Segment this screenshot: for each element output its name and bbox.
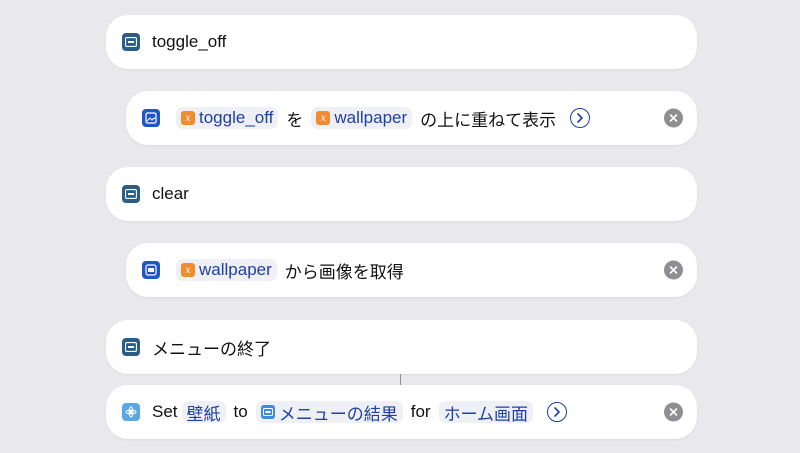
menu-item-icon: [260, 405, 275, 419]
action-title: toggle_off: [152, 32, 227, 51]
variable-icon: x: [181, 263, 195, 277]
variable-token-wallpaper[interactable]: x wallpaper: [176, 259, 277, 281]
wallpaper-set-icon: [122, 403, 140, 421]
particle-text: を: [286, 110, 304, 130]
to-keyword: to: [233, 402, 248, 421]
set-keyword: Set: [152, 402, 178, 421]
variable-icon: x: [316, 111, 331, 125]
action-end-menu[interactable]: メニューの終了: [106, 320, 697, 374]
action-title: メニューの終了: [152, 339, 271, 359]
suffix-text: の上に重ねて表示: [420, 110, 557, 130]
action-menu-item-toggle-off[interactable]: toggle_off: [106, 15, 697, 69]
menu-item-icon: [122, 185, 140, 203]
suffix-text: から画像を取得: [284, 262, 404, 282]
remove-icon[interactable]: [664, 402, 683, 422]
variable-icon: x: [181, 111, 195, 125]
action-get-image[interactable]: x wallpaper から画像を取得: [126, 243, 697, 297]
chevron-right-circle-icon[interactable]: [547, 402, 568, 422]
remove-icon[interactable]: [664, 108, 683, 128]
for-keyword: for: [410, 402, 431, 421]
menu-item-icon: [122, 33, 140, 51]
wallpaper-param-token[interactable]: 壁紙: [181, 401, 226, 424]
action-overlay-image[interactable]: x toggle_off を x wallpaper の上に重ねて表示: [126, 91, 697, 145]
action-menu-item-clear[interactable]: clear: [106, 167, 697, 221]
remove-icon[interactable]: [664, 260, 683, 280]
action-set-wallpaper[interactable]: Set 壁紙 to メニューの結果 for ホーム画面: [106, 385, 697, 439]
get-image-icon: [142, 261, 160, 279]
variable-token-wallpaper[interactable]: x wallpaper: [311, 107, 413, 129]
image-overlay-icon: [142, 109, 160, 127]
menu-item-icon: [122, 338, 140, 356]
home-screen-token[interactable]: ホーム画面: [438, 401, 534, 424]
chevron-right-circle-icon[interactable]: [570, 108, 591, 128]
variable-token-toggle-off[interactable]: x toggle_off: [176, 107, 279, 129]
action-title: clear: [152, 184, 189, 203]
menu-result-token[interactable]: メニューの結果: [255, 401, 403, 424]
